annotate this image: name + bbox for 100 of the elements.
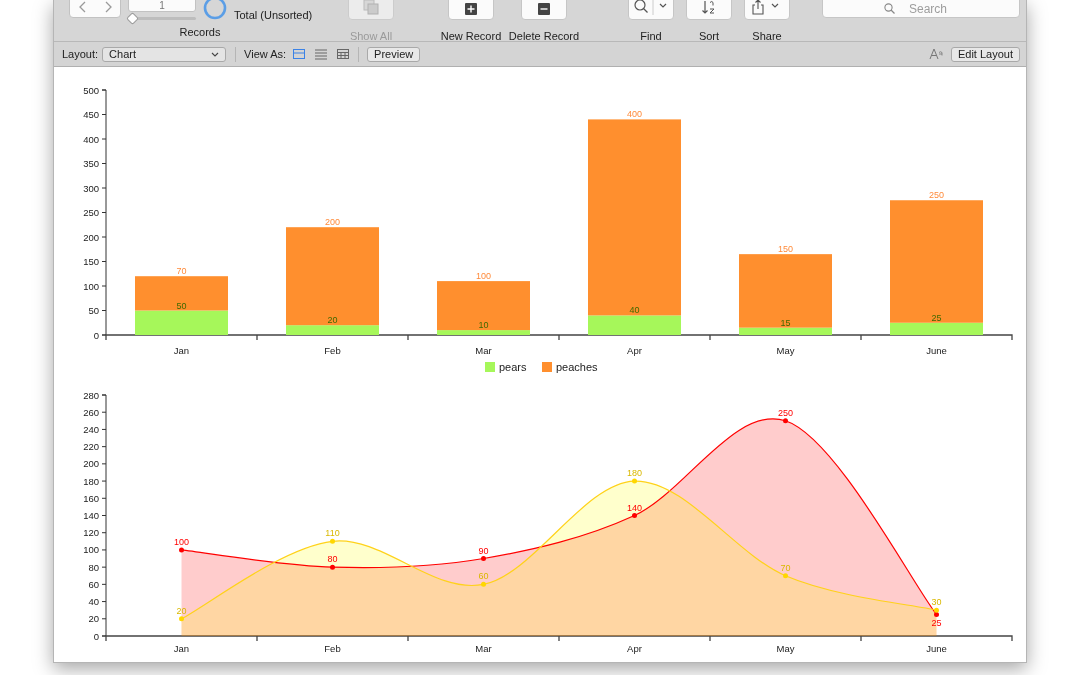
- y-tick-label: 120: [83, 527, 99, 539]
- x-category-label: Apr: [627, 643, 642, 654]
- x-category-label: May: [776, 345, 795, 356]
- view-as-label: View As:: [244, 46, 287, 62]
- record-slider[interactable]: [128, 14, 196, 24]
- point-value-label: 80: [327, 554, 338, 565]
- data-point: [481, 581, 486, 587]
- find-button[interactable]: [628, 0, 674, 20]
- view-form-button[interactable]: [293, 48, 306, 60]
- edit-layout-button[interactable]: Edit Layout: [950, 46, 1020, 62]
- y-tick-label: 240: [83, 423, 99, 435]
- plus-icon: [465, 3, 477, 15]
- delete-record-button[interactable]: [521, 0, 567, 20]
- sort-icon: [701, 0, 717, 15]
- share-label: Share: [752, 29, 782, 44]
- slider-thumb[interactable]: [126, 12, 139, 25]
- y-tick-label: 140: [83, 510, 99, 521]
- bar-value-label: 25: [931, 312, 942, 323]
- x-category-label: June: [926, 345, 947, 356]
- y-tick-label: 500: [83, 84, 99, 96]
- new-record-label: New Record: [440, 29, 502, 44]
- bar-value-label: 15: [780, 317, 791, 328]
- records-label: Records: [178, 25, 222, 40]
- layout-label: Layout:: [62, 46, 99, 62]
- bar-value-label: 200: [325, 217, 340, 228]
- y-tick-label: 100: [83, 544, 99, 556]
- y-tick-label: 350: [83, 158, 99, 169]
- view-table-button[interactable]: [337, 48, 350, 60]
- delete-record-label: Delete Record: [508, 29, 580, 44]
- point-value-label: 100: [174, 536, 189, 547]
- share-button[interactable]: [744, 0, 790, 20]
- y-tick-label: 60: [88, 578, 99, 590]
- find-label: Find: [640, 29, 662, 44]
- point-value-label: 90: [478, 545, 489, 556]
- form-view-icon: [293, 48, 306, 60]
- y-tick-label: 280: [83, 389, 99, 401]
- bar-value-label: 150: [778, 244, 793, 255]
- chevron-left-icon: [78, 1, 87, 13]
- stacked-pages-icon: [363, 0, 379, 15]
- text-size-icon: [928, 48, 943, 60]
- x-category-label: Feb: [324, 345, 341, 356]
- view-list-button[interactable]: [315, 48, 328, 60]
- y-tick-label: 80: [88, 561, 99, 573]
- y-tick-label: 150: [83, 256, 99, 267]
- y-tick-label: 220: [83, 441, 99, 453]
- point-value-label: 20: [176, 605, 187, 616]
- list-view-icon: [315, 48, 328, 60]
- data-point: [330, 564, 335, 570]
- layout-dropdown[interactable]: Chart: [102, 46, 227, 62]
- point-value-label: 70: [780, 562, 791, 573]
- x-category-label: Mar: [475, 643, 492, 654]
- point-value-label: 60: [478, 571, 489, 582]
- y-tick-label: 400: [83, 133, 99, 145]
- point-value-label: 25: [931, 618, 942, 629]
- y-tick-label: 250: [83, 207, 99, 218]
- y-tick-label: 200: [83, 231, 99, 243]
- y-tick-label: 450: [83, 109, 99, 120]
- point-value-label: 140: [627, 502, 642, 513]
- data-point: [481, 556, 486, 562]
- x-category-label: Jan: [173, 345, 190, 356]
- y-tick-label: 50: [88, 305, 99, 316]
- table-view-icon: [337, 48, 350, 60]
- point-value-label: 250: [778, 407, 793, 418]
- search-icon: [884, 3, 895, 14]
- point-value-label: 110: [325, 528, 340, 539]
- bar-value-label: 400: [627, 109, 642, 120]
- bar-value-label: 10: [478, 320, 489, 331]
- bar-value-label: 250: [929, 190, 944, 201]
- x-category-label: Apr: [627, 345, 642, 356]
- point-value-label: 180: [627, 468, 642, 479]
- preview-button[interactable]: Preview: [367, 46, 421, 62]
- data-point: [783, 418, 788, 424]
- y-tick-label: 40: [88, 596, 99, 608]
- ring-icon: [203, 0, 227, 20]
- y-tick-label: 260: [83, 406, 99, 418]
- sort-button[interactable]: [686, 0, 732, 20]
- legend-label: pears: [499, 361, 527, 373]
- y-tick-label: 0: [93, 630, 99, 642]
- data-point: [783, 573, 788, 579]
- bar-value-label: 50: [176, 300, 187, 311]
- record-status: Total (Unsorted): [234, 8, 313, 23]
- y-tick-label: 200: [83, 458, 99, 470]
- record-number-field[interactable]: 1: [128, 0, 196, 12]
- point-value-label: 30: [931, 597, 942, 608]
- new-record-button[interactable]: [448, 0, 494, 20]
- y-tick-label: 20: [88, 613, 99, 625]
- x-category-label: Feb: [324, 643, 341, 654]
- y-tick-label: 160: [83, 492, 99, 504]
- minus-icon: [538, 3, 550, 15]
- data-point: [179, 547, 184, 553]
- search-field[interactable]: Search: [822, 0, 1020, 18]
- data-point: [632, 513, 637, 518]
- data-point: [632, 478, 637, 484]
- y-tick-label: 100: [83, 280, 99, 292]
- bar-value-label: 40: [629, 305, 640, 316]
- x-category-label: Mar: [475, 345, 492, 356]
- chevron-down-icon: [211, 51, 220, 57]
- bar-value-label: 70: [176, 266, 187, 277]
- y-tick-label: 180: [83, 475, 99, 487]
- y-tick-label: 300: [83, 182, 99, 194]
